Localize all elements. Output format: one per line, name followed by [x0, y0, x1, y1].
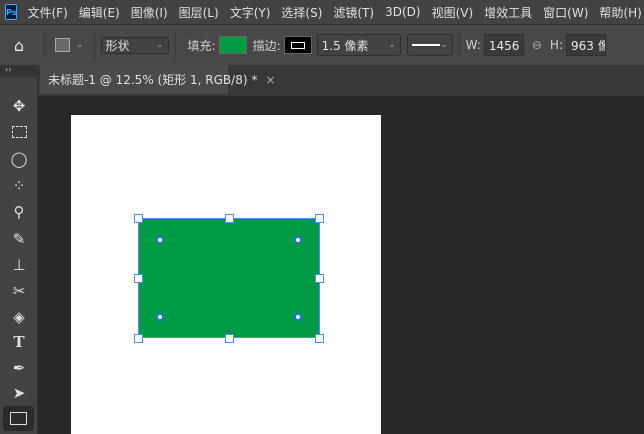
marquee-tool-icon[interactable]	[8, 121, 30, 143]
menu-select[interactable]: 选择(S)	[281, 4, 322, 21]
stroke-width-dropdown[interactable]: 1.5 像素 ⌄	[316, 34, 401, 56]
quick-selection-tool-icon[interactable]: ⁘	[8, 175, 30, 197]
pen-tool-icon[interactable]: ✒	[8, 357, 30, 379]
menu-image[interactable]: 图像(I)	[131, 4, 168, 21]
eyedropper-tool-icon[interactable]: ⚲	[8, 201, 30, 223]
close-icon[interactable]: ×	[265, 73, 275, 87]
menu-filter[interactable]: 滤镜(T)	[333, 4, 374, 21]
lasso-tool-icon[interactable]: ◯	[8, 148, 30, 170]
transform-handle[interactable]	[315, 274, 324, 283]
paint-bucket-tool-icon[interactable]: ◈	[8, 306, 30, 328]
corner-radius-handle[interactable]	[156, 313, 164, 321]
fill-color-swatch[interactable]	[218, 36, 247, 54]
document-tab[interactable]: 未标题-1 @ 12.5% (矩形 1, RGB/8) * ×	[40, 65, 275, 94]
menu-bar: Ps 文件(F) 编辑(E) 图像(I) 图层(L) 文字(Y) 选择(S) 滤…	[0, 0, 644, 24]
corner-radius-handle[interactable]	[156, 236, 164, 244]
transform-handle[interactable]	[225, 334, 234, 343]
divider	[93, 31, 95, 59]
toolbar-collapse-button[interactable]: ››	[0, 65, 38, 75]
green-rectangle-shape[interactable]	[138, 218, 320, 338]
corner-radius-handle[interactable]	[294, 236, 302, 244]
tools-panel: ✥ ◯ ⁘ ⚲ ✎ ⊥ ✂ ◈ T ✒ ➤	[0, 78, 38, 434]
stroke-width-value: 1.5 像素	[321, 38, 369, 53]
eraser-tool-icon[interactable]: ✂	[8, 280, 30, 302]
height-input[interactable]: 963 像素	[566, 34, 606, 56]
mode-dropdown[interactable]: 形状 ⌄	[100, 36, 169, 54]
divider	[458, 31, 460, 59]
menu-3d[interactable]: 3D(D)	[385, 5, 420, 19]
move-tool-icon[interactable]: ✥	[8, 95, 30, 117]
solid-line-icon	[411, 44, 440, 46]
document-tab-bar: ›› 未标题-1 @ 12.5% (矩形 1, RGB/8) * ×	[0, 65, 644, 96]
divider	[174, 31, 176, 59]
tool-preset-picker[interactable]: ⌄	[51, 38, 88, 52]
clone-stamp-tool-icon[interactable]: ⊥	[8, 254, 30, 276]
menu-edit[interactable]: 编辑(E)	[79, 4, 120, 21]
menu-window[interactable]: 窗口(W)	[543, 4, 588, 21]
chevron-down-icon: ⌄	[76, 40, 84, 50]
stroke-type-dropdown[interactable]: ⌄	[406, 34, 453, 56]
menu-layer[interactable]: 图层(L)	[179, 4, 219, 21]
home-icon[interactable]: ⌂	[0, 36, 38, 55]
chevron-down-icon: ⌄	[440, 40, 448, 50]
menu-plugins[interactable]: 增效工具	[484, 4, 532, 21]
transform-handle[interactable]	[134, 214, 143, 223]
path-selection-tool-icon[interactable]: ➤	[8, 382, 30, 404]
divider	[44, 31, 45, 59]
mode-value: 形状	[105, 38, 130, 53]
options-bar: ⌂ ⌄ 形状 ⌄ 填充: 描边: 1.5 像素 ⌄ ⌄ W: 1456 像素 ⊖ H…	[0, 24, 644, 65]
menu-type[interactable]: 文字(Y)	[230, 4, 271, 21]
width-label: W:	[465, 38, 481, 52]
chevron-down-icon: ⌄	[388, 40, 396, 50]
link-icon[interactable]: ⊖	[532, 38, 542, 52]
corner-radius-handle[interactable]	[294, 313, 302, 321]
chevron-down-icon: ⌄	[156, 40, 164, 50]
stroke-color-swatch[interactable]	[283, 36, 312, 54]
brush-tool-icon[interactable]: ✎	[8, 228, 30, 250]
menu-view[interactable]: 视图(V)	[432, 4, 474, 21]
transform-handle[interactable]	[315, 334, 324, 343]
transform-handle[interactable]	[134, 274, 143, 283]
rectangle-icon	[55, 38, 70, 52]
type-tool-icon[interactable]: T	[8, 331, 30, 353]
fill-label: 填充:	[187, 38, 216, 53]
transform-handle[interactable]	[225, 214, 234, 223]
height-label: H:	[549, 38, 563, 52]
document-tab-title: 未标题-1 @ 12.5% (矩形 1, RGB/8) *	[48, 73, 258, 87]
transform-handle[interactable]	[315, 214, 324, 223]
rectangle-tool-icon[interactable]	[3, 406, 34, 431]
menu-help[interactable]: 帮助(H)	[599, 4, 641, 21]
menu-file[interactable]: 文件(F)	[27, 4, 67, 21]
photoshop-logo[interactable]: Ps	[5, 4, 18, 20]
stroke-label: 描边:	[252, 38, 281, 53]
width-input[interactable]: 1456 像素	[483, 34, 524, 56]
transform-handle[interactable]	[134, 334, 143, 343]
